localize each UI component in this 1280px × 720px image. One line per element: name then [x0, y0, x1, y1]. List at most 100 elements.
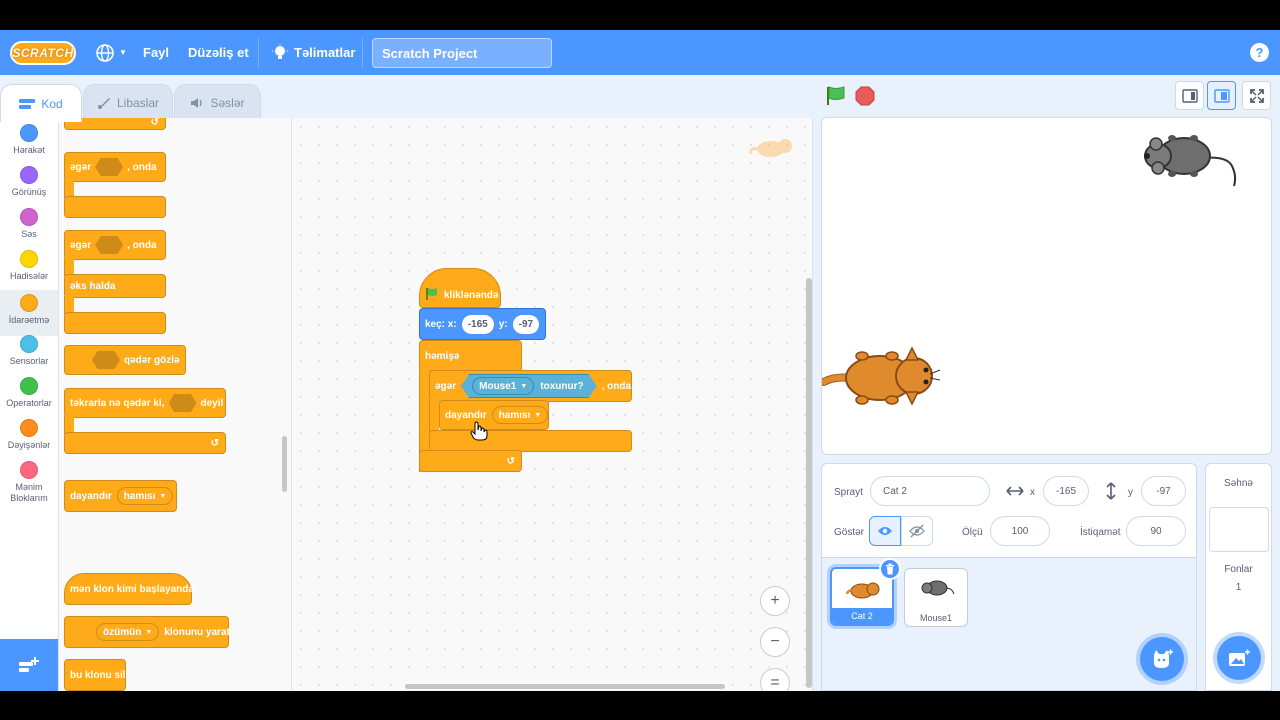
category-looks[interactable]: Görünüş	[0, 166, 58, 208]
chevron-down-icon: ▼	[145, 628, 153, 636]
if-then-block[interactable]: əgər , onda	[64, 152, 166, 182]
cat-sprite[interactable]	[822, 340, 942, 415]
block-footer	[64, 312, 166, 334]
zoom-out-icon: −	[770, 633, 780, 650]
zoom-in-icon: +	[770, 592, 780, 609]
delete-clone-label: bu klonu sil	[70, 669, 126, 681]
stop-option-dropdown[interactable]: hamısı ▼	[491, 406, 549, 424]
mouse-sprite[interactable]	[1142, 128, 1242, 190]
speaker-icon	[191, 97, 203, 108]
if-label: əgər	[435, 380, 457, 392]
touching-target-dropdown[interactable]: Mouse1 ▼	[472, 377, 534, 395]
stop-button[interactable]	[855, 86, 875, 106]
sprite-name-label: Sprayt	[834, 487, 863, 498]
if-then-block[interactable]: əgər Mouse1 ▼ toxunur? , onda	[429, 370, 632, 402]
hide-sprite-button[interactable]	[901, 516, 933, 546]
zoom-in-button[interactable]: +	[760, 586, 790, 616]
palette-scrollbar[interactable]	[282, 436, 287, 492]
category-my-blocks[interactable]: Mənim Bloklarım	[0, 461, 58, 511]
delete-sprite-button[interactable]	[879, 558, 901, 580]
zoom-reset-button[interactable]: =	[760, 668, 790, 691]
workspace-vertical-scrollbar[interactable]	[806, 278, 812, 688]
help-icon[interactable]: ?	[1250, 43, 1269, 62]
direction-input[interactable]: 90	[1126, 516, 1186, 546]
normal-stage-button[interactable]	[1207, 81, 1236, 110]
show-label: Göstər	[834, 527, 865, 538]
size-label: Ölçü	[962, 527, 983, 538]
current-sprite-icon	[749, 139, 792, 157]
else-label: əks halda	[70, 280, 116, 292]
hat-label: kliklənəndə	[444, 290, 499, 301]
x-value-field[interactable]: -165	[461, 314, 494, 334]
delete-clone-block[interactable]: bu klonu sil	[64, 659, 126, 691]
x-position-input[interactable]: -165	[1043, 476, 1089, 506]
category-sound[interactable]: Səs	[0, 208, 58, 250]
choose-backdrop-button[interactable]	[1217, 636, 1261, 680]
create-clone-block[interactable]: özümün ▼ klonunu yarat	[64, 616, 230, 648]
tutorials-menu[interactable]: Təlimatlar	[272, 30, 355, 75]
category-sensing[interactable]: Sensorlar	[0, 335, 58, 377]
scratch-logo[interactable]: SCRATCH	[10, 41, 76, 65]
goto-xy-block[interactable]: keç: x: -165 y: -97	[419, 308, 546, 340]
show-sprite-button[interactable]	[869, 516, 901, 546]
sound-dot-icon	[20, 208, 38, 226]
trash-icon	[886, 563, 894, 575]
category-variables[interactable]: Dəyişənlər	[0, 419, 58, 461]
file-menu[interactable]: Fayl	[143, 30, 169, 75]
add-extension-button[interactable]	[0, 639, 58, 691]
category-label: Görünüş	[11, 187, 47, 197]
y-value-field[interactable]: -97	[512, 314, 540, 334]
category-motion[interactable]: Hərakət	[0, 124, 58, 166]
if-label: əgər	[70, 239, 92, 251]
chevron-down-icon: ▼	[534, 411, 542, 419]
stop-block[interactable]: dayandır hamısı ▼	[64, 480, 177, 512]
category-operators[interactable]: Operatorlar	[0, 377, 58, 419]
clone-start-hat-block[interactable]: mən klon kimi başlayanda	[64, 573, 194, 605]
category-events[interactable]: Hadisələr	[0, 250, 58, 292]
fullscreen-button[interactable]	[1242, 81, 1271, 110]
category-label: Operatorlar	[6, 398, 52, 408]
stop-option-dropdown[interactable]: hamısı ▼	[116, 487, 174, 505]
green-flag-button[interactable]	[825, 85, 847, 107]
project-title-input[interactable]: Scratch Project	[372, 38, 552, 68]
stop-label: dayandır	[70, 490, 112, 502]
code-workspace[interactable]: kliklənəndə keç: x: -165 y: -97 həmişə ə…	[292, 118, 813, 691]
y-label: y	[1128, 487, 1133, 498]
tab-costumes[interactable]: Libaslar	[83, 84, 173, 120]
sprite-name-input[interactable]: Cat 2	[870, 476, 990, 506]
clone-target-dropdown[interactable]: özümün ▼	[96, 623, 160, 641]
sprite-tile-label: Mouse1	[919, 613, 953, 623]
repeat-until-block[interactable]: təkrarla nə qədər ki, deyil	[64, 388, 226, 418]
wait-until-block[interactable]: qədər gözlə	[64, 345, 186, 375]
stage-canvas[interactable]	[821, 117, 1272, 455]
size-input[interactable]: 100	[990, 516, 1050, 546]
zoom-out-button[interactable]: −	[760, 627, 790, 657]
language-menu[interactable]: ▼	[95, 30, 127, 75]
goto-label: keç: x:	[425, 318, 457, 330]
sprite-tile-mouse1[interactable]: Mouse1	[904, 568, 968, 627]
small-stage-button[interactable]	[1175, 81, 1204, 110]
vertical-arrows-icon	[1106, 482, 1116, 500]
tab-sounds[interactable]: Səslər	[174, 84, 261, 120]
edit-menu[interactable]: Düzəliş et	[188, 30, 249, 75]
loop-arrow-icon: ↺	[210, 437, 219, 449]
when-flag-clicked-block[interactable]: kliklənəndə	[419, 268, 501, 308]
y-position-input[interactable]: -97	[1141, 476, 1186, 506]
category-control[interactable]: İdarəetmə	[0, 290, 58, 336]
forever-footer: ↺	[419, 450, 522, 472]
then-label: , onda	[127, 239, 157, 251]
stage-selector-panel[interactable]: Səhnə Fonlar 1	[1205, 463, 1272, 691]
stage-thumbnail[interactable]	[1209, 507, 1269, 552]
category-label: Sensorlar	[9, 356, 49, 366]
category-menu: Hərakət Görünüş Səs Hadisələr İdarəetmə …	[0, 118, 59, 691]
touching-sensor-block[interactable]: Mouse1 ▼ toxunur?	[461, 374, 597, 398]
if-else-block[interactable]: əgər , onda	[64, 230, 166, 260]
tab-code[interactable]: Kod	[0, 84, 82, 122]
normal-stage-icon	[1213, 88, 1230, 103]
stop-block[interactable]: dayandır hamısı ▼	[439, 400, 549, 430]
workspace-horizontal-scrollbar[interactable]	[405, 684, 725, 689]
choose-sprite-button[interactable]	[1140, 637, 1184, 681]
dropdown-value: Mouse1	[479, 380, 517, 392]
control-dot-icon	[20, 294, 38, 312]
forever-block[interactable]: həmişə	[419, 340, 522, 372]
